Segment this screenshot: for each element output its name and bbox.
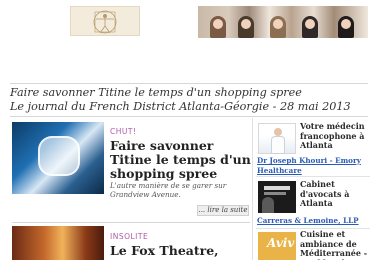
restaurant-logo-text: Aviv [267, 236, 295, 250]
article-thumbnail[interactable] [12, 122, 104, 194]
child-figure [210, 16, 226, 38]
child-figure [302, 16, 318, 38]
page-subtitle: Le journal du French District Atlanta-Gé… [10, 100, 351, 113]
lawyer-figure-icon [262, 197, 274, 213]
divider [10, 116, 368, 117]
read-more-label: ... lire la suite [198, 206, 248, 214]
doctor-icon [271, 128, 285, 154]
ad-text-line [264, 192, 286, 195]
sidebar-ad-title[interactable]: Cabinet d'avocats à Atlanta [300, 179, 372, 209]
article-description: L'autre manière de se garer sur Grandvie… [110, 181, 227, 199]
sidebar-ad-link[interactable]: Dr Joseph Khouri - Emory Healthcare [257, 156, 373, 175]
vitruvian-man-icon [93, 10, 117, 34]
article-kicker: CHUT! [110, 127, 137, 136]
sidebar-ad-image[interactable]: Aviv [258, 232, 296, 260]
sidebar-separator [252, 118, 253, 260]
ad-text-line [264, 186, 290, 190]
article-title[interactable]: Faire savonner Titine le temps d'un shop… [110, 139, 252, 181]
article-thumbnail[interactable] [12, 226, 104, 260]
child-figure [238, 16, 254, 38]
page-title: Faire savonner Titine le temps d'un shop… [10, 86, 302, 99]
sidebar-ad-title[interactable]: Cuisine et ambiance de Méditerranée - Bu… [300, 229, 372, 260]
divider [256, 176, 370, 177]
article-kicker: INSOLITE [110, 232, 149, 241]
sidebar-ad-image[interactable] [258, 181, 296, 213]
divider [10, 83, 368, 84]
site-logo[interactable] [70, 6, 140, 36]
sidebar-ad-title[interactable]: Votre médecin francophone à Atlanta [300, 121, 372, 151]
divider [12, 222, 250, 223]
banner-photo [198, 6, 368, 38]
header-banner [0, 0, 380, 40]
child-figure [338, 16, 354, 38]
sidebar-ad-image[interactable] [258, 123, 296, 154]
child-figure [270, 16, 286, 38]
article-title[interactable]: Le Fox Theatre, [110, 244, 252, 258]
sidebar-ad-link[interactable]: Carreras & Lemoine, LLP [257, 216, 373, 226]
shopping-bag-image [38, 136, 80, 176]
read-more-button[interactable]: ... lire la suite [197, 205, 249, 216]
